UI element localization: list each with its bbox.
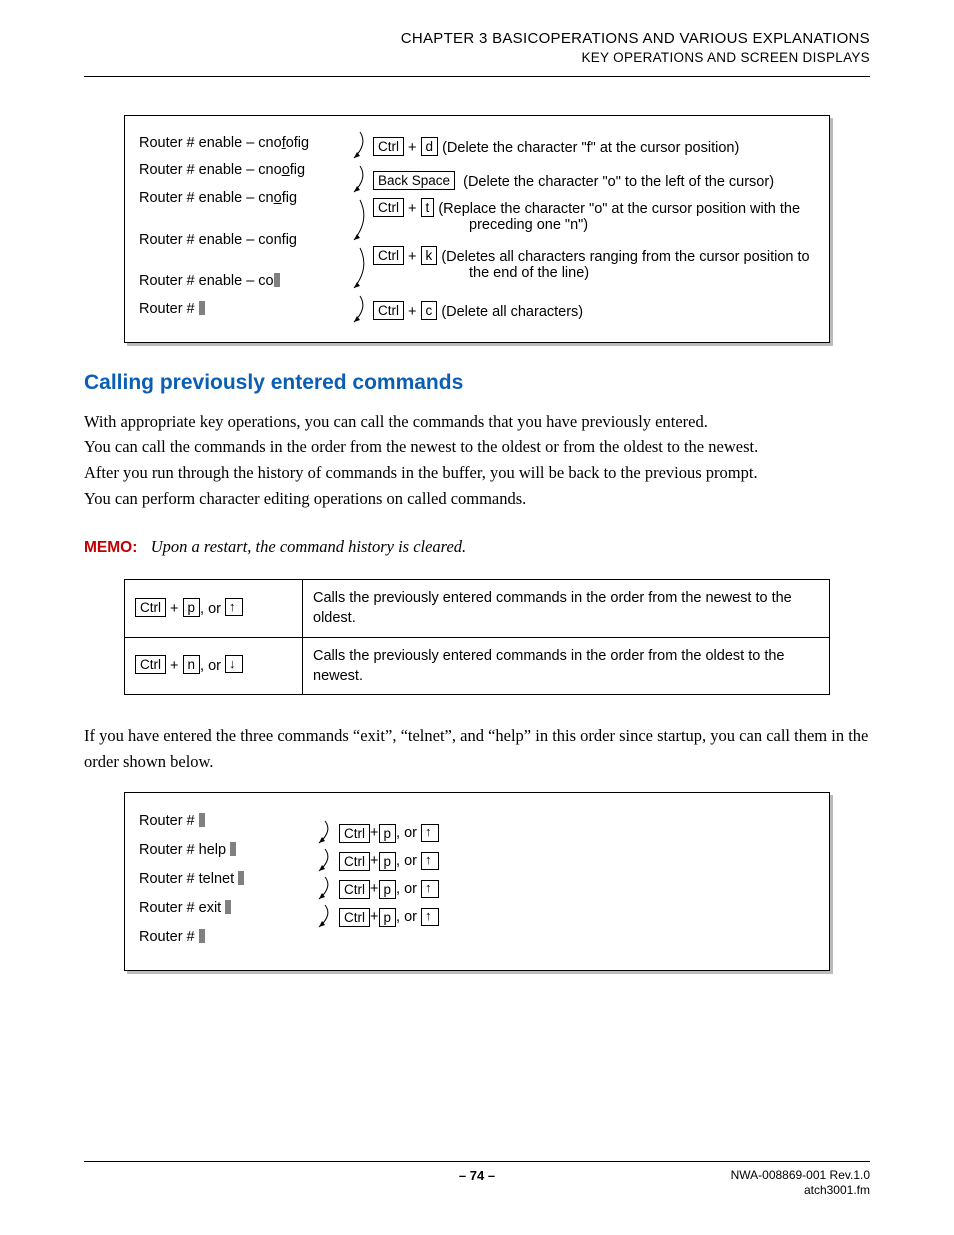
history-key-table: Ctrl + p, or Calls the previously entere… bbox=[124, 579, 830, 695]
explain-text: (Deletes all characters ranging from the… bbox=[441, 249, 809, 265]
figure1-left-col: Router # enable – cnofofig Router # enab… bbox=[139, 130, 345, 323]
key-ctrl: Ctrl bbox=[373, 137, 404, 156]
explain-text: (Delete the character "f" at the cursor … bbox=[442, 140, 739, 156]
body-paragraph: You can perform character editing operat… bbox=[84, 486, 870, 512]
term-line: Router # bbox=[139, 296, 345, 324]
desc-cell: Calls the previously entered commands in… bbox=[303, 637, 830, 695]
header-rule bbox=[84, 76, 870, 77]
down-arrow-key-icon bbox=[225, 655, 243, 673]
figure1-right-col: Ctrl + d (Delete the character "f" at th… bbox=[345, 130, 815, 328]
up-arrow-key-icon bbox=[421, 852, 439, 870]
figure-char-edit: Router # enable – cnofofig Router # enab… bbox=[124, 115, 830, 343]
curved-arrow-icon bbox=[348, 246, 370, 294]
body-paragraph: After you run through the history of com… bbox=[84, 460, 870, 486]
term-line: Router # bbox=[139, 807, 313, 836]
body-paragraph: If you have entered the three commands “… bbox=[84, 723, 870, 774]
body-paragraph: You can call the commands in the order f… bbox=[84, 434, 870, 460]
up-arrow-key-icon bbox=[421, 824, 439, 842]
curved-arrow-icon bbox=[313, 903, 335, 931]
memo-label: MEMO: bbox=[84, 539, 137, 556]
term-line: Router # enable – cnofofig bbox=[139, 130, 345, 158]
memo-text: Upon a restart, the command history is c… bbox=[151, 537, 466, 556]
key-t: t bbox=[421, 198, 435, 217]
term-line: Router # enable – cnoofig bbox=[139, 157, 345, 185]
curved-arrow-icon bbox=[348, 164, 370, 198]
term-line: Router # enable – cnofig bbox=[139, 185, 345, 213]
section-heading: Calling previously entered commands bbox=[84, 371, 870, 395]
up-arrow-key-icon bbox=[225, 598, 243, 616]
curved-arrow-icon bbox=[313, 819, 335, 847]
curved-arrow-icon bbox=[348, 130, 370, 164]
up-arrow-key-icon bbox=[421, 908, 439, 926]
key-cell: Ctrl + n, or bbox=[125, 637, 303, 695]
table-row: Ctrl + n, or Calls the previously entere… bbox=[125, 637, 830, 695]
term-line: Router # enable – co bbox=[139, 268, 345, 296]
term-line: Router # exit bbox=[139, 894, 313, 923]
term-line: Router # bbox=[139, 923, 313, 952]
up-arrow-key-icon bbox=[421, 880, 439, 898]
term-line: Router # enable – config bbox=[139, 227, 345, 255]
section-line: KEY OPERATIONS AND SCREEN DISPLAYS bbox=[84, 49, 870, 68]
memo-block: MEMO: Upon a restart, the command histor… bbox=[84, 537, 870, 557]
key-p: p bbox=[183, 598, 201, 617]
key-ctrl: Ctrl bbox=[373, 198, 404, 217]
desc-cell: Calls the previously entered commands in… bbox=[303, 580, 830, 638]
key-ctrl: Ctrl bbox=[339, 852, 370, 871]
curved-arrow-icon bbox=[313, 875, 335, 903]
key-ctrl: Ctrl bbox=[373, 246, 404, 265]
key-backspace: Back Space bbox=[373, 171, 455, 190]
key-p: p bbox=[379, 880, 397, 899]
key-k: k bbox=[421, 246, 438, 265]
curved-arrow-icon bbox=[348, 198, 370, 246]
page-number: – 74 – bbox=[84, 1168, 870, 1183]
key-p: p bbox=[379, 908, 397, 927]
key-d: d bbox=[421, 137, 439, 156]
chapter-line: CHAPTER 3 BASICOPERATIONS AND VARIOUS EX… bbox=[84, 28, 870, 49]
page-header: CHAPTER 3 BASICOPERATIONS AND VARIOUS EX… bbox=[84, 28, 870, 68]
key-p: p bbox=[379, 824, 397, 843]
key-ctrl: Ctrl bbox=[339, 880, 370, 899]
explain-text: (Delete all characters) bbox=[441, 304, 583, 320]
explain-text: (Replace the character "o" at the cursor… bbox=[438, 201, 800, 217]
figure2-right-col: Ctrl + p, or Ctrl + p, or Ctrl + p, or C… bbox=[313, 807, 439, 931]
key-n: n bbox=[183, 655, 201, 674]
key-cell: Ctrl + p, or bbox=[125, 580, 303, 638]
explain-cont: the end of the line) bbox=[469, 265, 589, 281]
body-paragraph: With appropriate key operations, you can… bbox=[84, 409, 870, 435]
term-line: Router # help bbox=[139, 836, 313, 865]
key-ctrl: Ctrl bbox=[339, 824, 370, 843]
key-p: p bbox=[379, 852, 397, 871]
figure2-left-col: Router # Router # help Router # telnet R… bbox=[139, 807, 313, 952]
key-ctrl: Ctrl bbox=[373, 301, 404, 320]
curved-arrow-icon bbox=[313, 847, 335, 875]
key-c: c bbox=[421, 301, 438, 320]
explain-text: (Delete the character "o" to the left of… bbox=[463, 174, 774, 190]
file-line: atch3001.fm bbox=[731, 1183, 870, 1199]
explain-cont: preceding one "n") bbox=[469, 217, 588, 233]
curved-arrow-icon bbox=[348, 294, 370, 328]
term-line: Router # telnet bbox=[139, 865, 313, 894]
key-ctrl: Ctrl bbox=[339, 908, 370, 927]
key-ctrl: Ctrl bbox=[135, 598, 166, 617]
page-footer: – 74 – NWA-008869-001 Rev.1.0 atch3001.f… bbox=[84, 1161, 870, 1199]
key-ctrl: Ctrl bbox=[135, 655, 166, 674]
figure-history-example: Router # Router # help Router # telnet R… bbox=[124, 792, 830, 971]
table-row: Ctrl + p, or Calls the previously entere… bbox=[125, 580, 830, 638]
